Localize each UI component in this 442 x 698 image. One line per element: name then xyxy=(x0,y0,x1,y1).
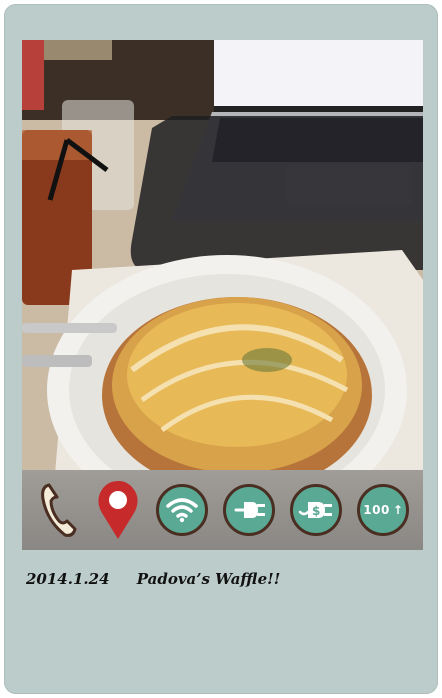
arrow-up-icon: ↑ xyxy=(392,503,404,517)
power-outlet-icon[interactable] xyxy=(223,484,276,536)
photo-caption: 2014.1.24 Padova’s Waffle!! xyxy=(26,570,426,588)
caption-date: 2014.1.24 xyxy=(26,570,110,588)
phone-icon[interactable] xyxy=(36,479,80,541)
food-photo: $ 100 ↑ xyxy=(22,40,423,550)
photo-card: $ 100 ↑ 2014.1.24 Padova’s Waffle!! xyxy=(4,4,438,694)
speed-icon[interactable]: 100 ↑ xyxy=(357,484,410,536)
wifi-icon[interactable] xyxy=(155,484,208,536)
amenities-icon-bar: $ 100 ↑ xyxy=(22,470,423,550)
location-pin-icon[interactable] xyxy=(95,479,141,541)
speed-label: 100 xyxy=(363,503,390,517)
paid-power-icon[interactable]: $ xyxy=(290,484,343,536)
caption-title: Padova’s Waffle!! xyxy=(136,570,281,588)
svg-text:$: $ xyxy=(312,504,320,518)
